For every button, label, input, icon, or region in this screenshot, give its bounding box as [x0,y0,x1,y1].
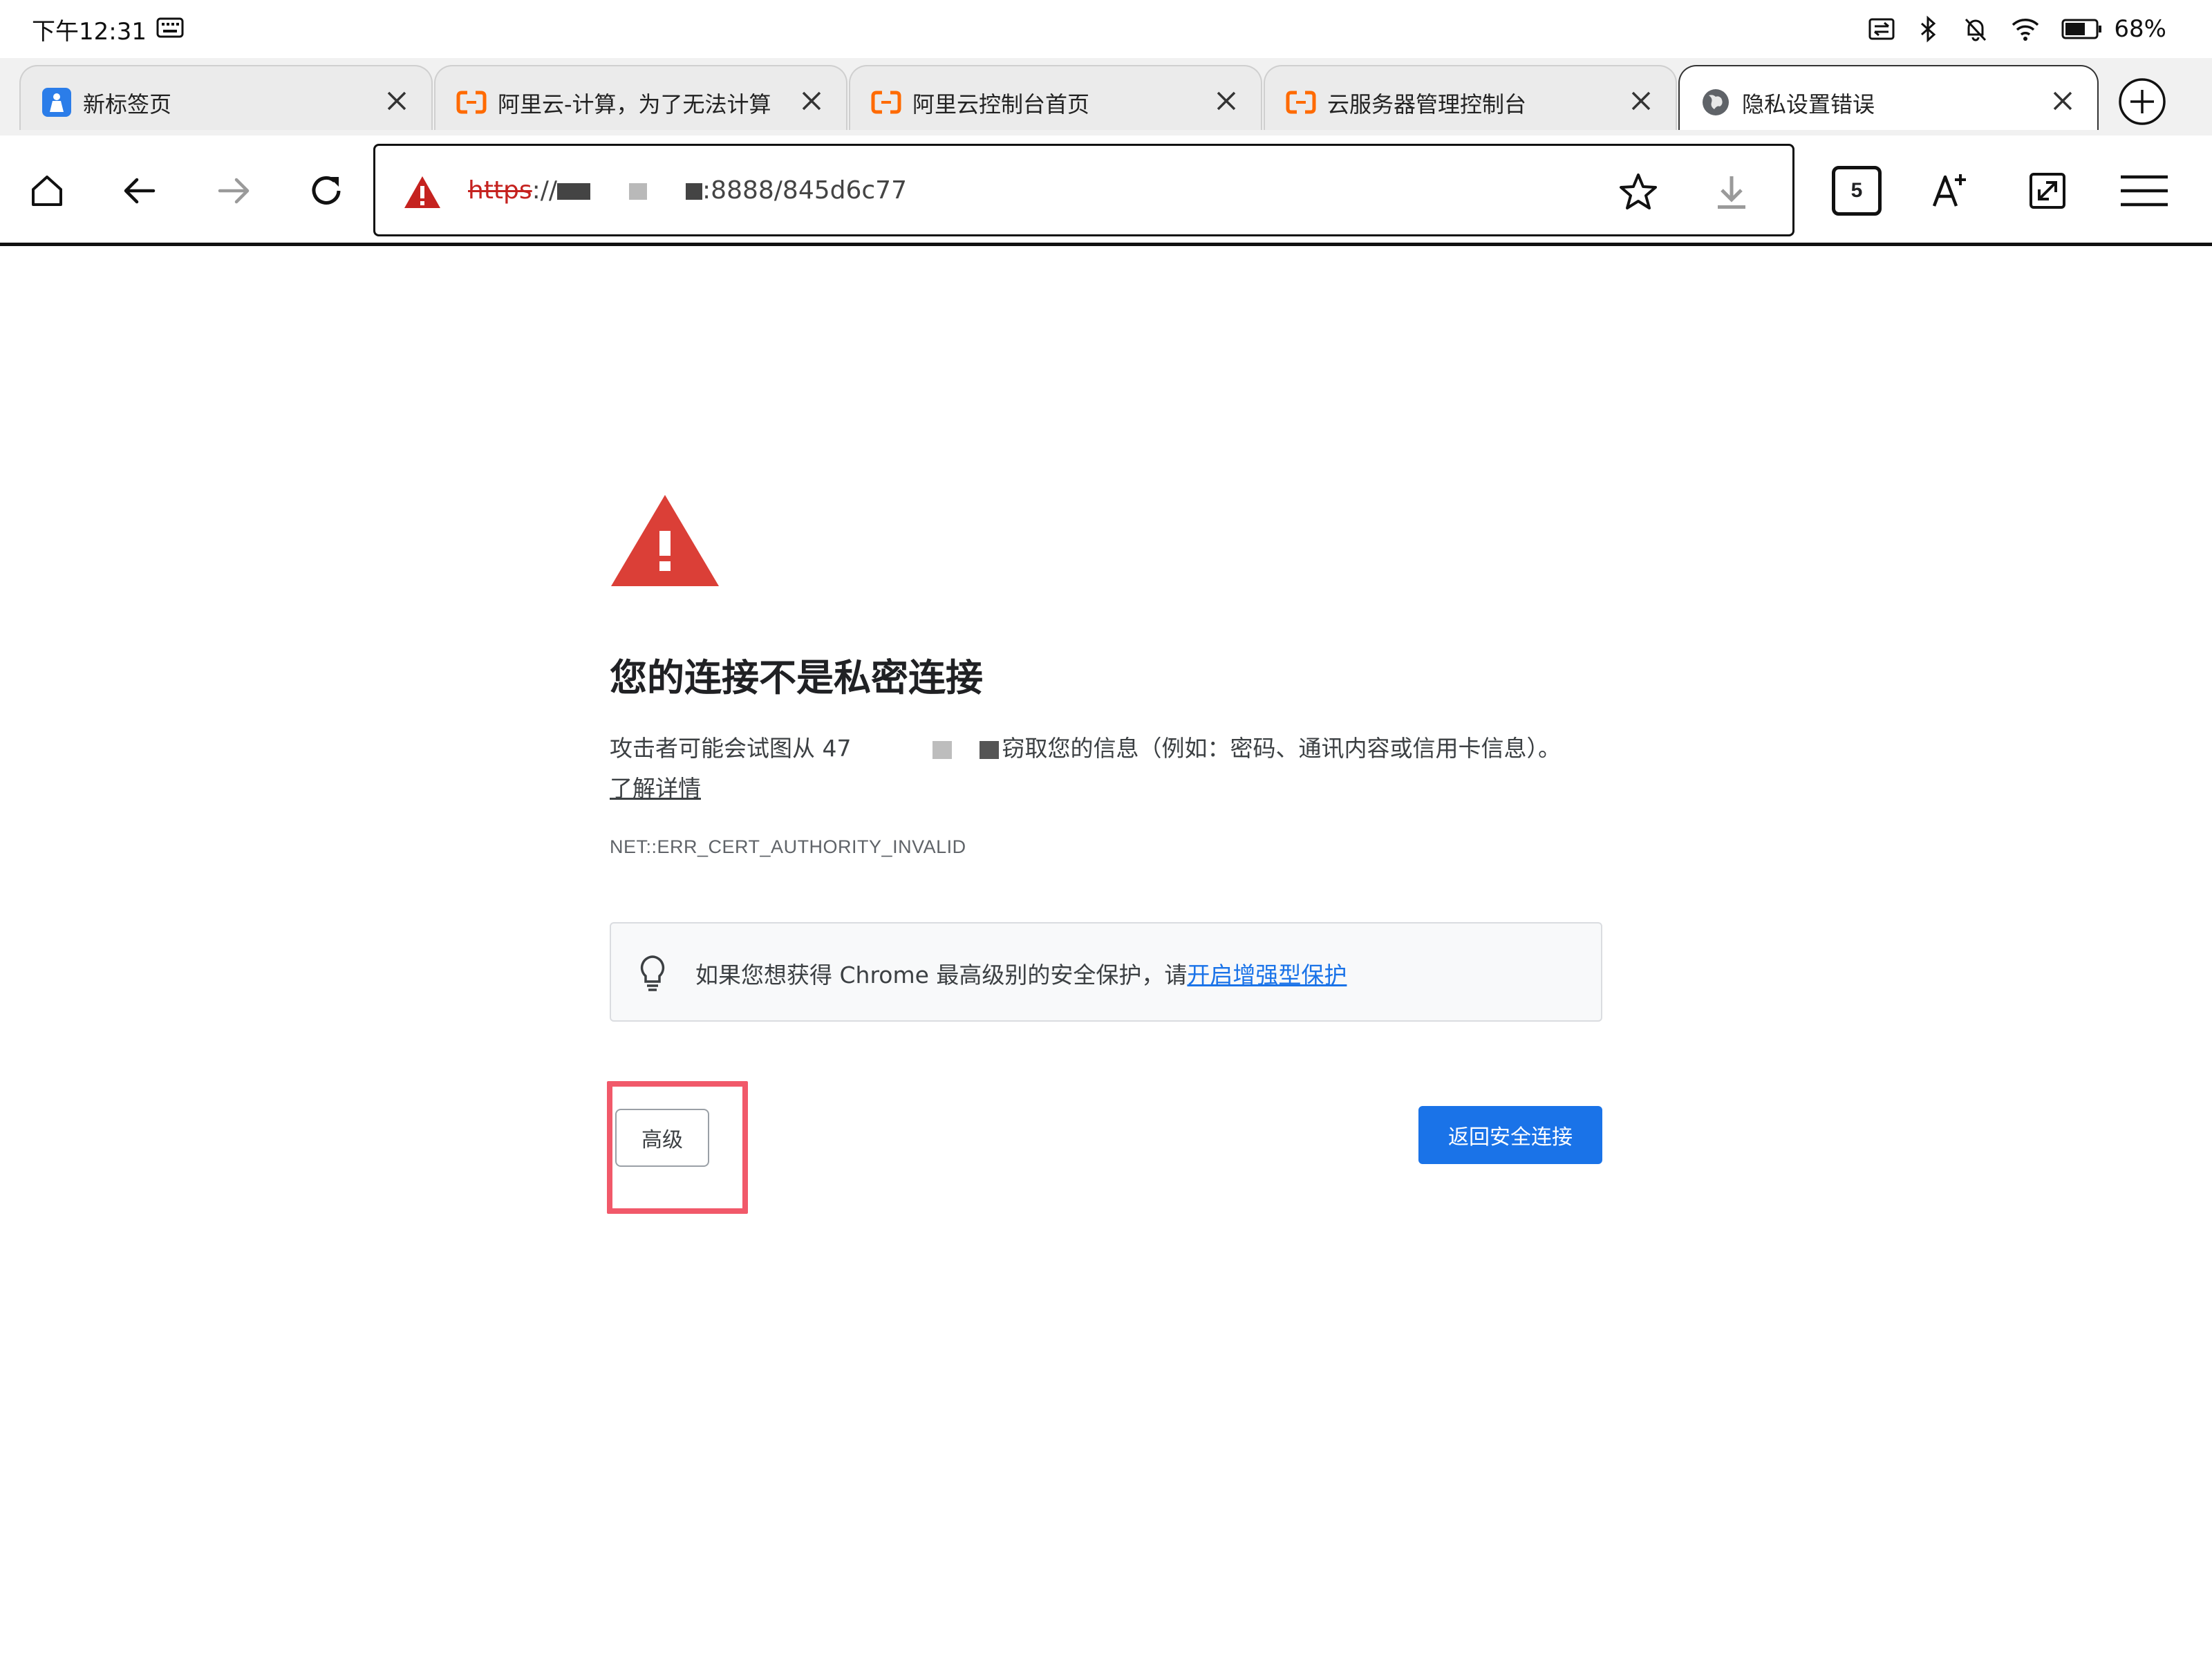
keyboard-icon [156,17,184,38]
redacted-host [980,740,1000,759]
tab-title: 阿里云控制台首页 [912,91,1090,118]
download-icon[interactable] [1712,172,1751,214]
bookmark-star-icon[interactable] [1617,171,1660,214]
close-icon[interactable] [1627,87,1655,115]
url-text[interactable]: https:// :8888/845d6c77 [468,176,907,205]
globe-icon [1703,89,1729,115]
redacted-host [932,740,953,759]
redacted-host [851,740,917,760]
menu-hamburger-icon[interactable] [2118,167,2171,214]
home-icon[interactable] [24,167,71,214]
browser-toolbar: https:// :8888/845d6c77 5 [0,135,2212,246]
close-icon[interactable] [383,87,411,115]
url-redaction [557,183,591,200]
tip-message: 如果您想获得 Chrome 最高级别的安全保护，请 [695,962,1188,988]
new-tab-plus-icon[interactable] [2118,77,2166,126]
back-arrow-icon[interactable] [116,167,163,214]
tab-aliyun-console[interactable]: 阿里云控制台首页 [849,65,1262,130]
new-tab-page-icon [42,88,71,117]
not-secure-warning-icon[interactable] [403,175,442,209]
text-size-icon[interactable] [1926,167,1973,214]
learn-more-link[interactable]: 了解详情 [610,775,701,802]
error-code: NET::ERR_CERT_AUTHORITY_INVALID [610,836,966,857]
enable-enhanced-protection-link[interactable]: 开启增强型保护 [1187,962,1347,988]
reload-icon[interactable] [303,167,350,214]
tab-title: 新标签页 [83,91,172,118]
tab-switcher-button[interactable]: 5 [1832,166,1882,216]
battery-percent: 68% [2114,15,2166,43]
bell-off-icon [1965,18,1987,41]
aliyun-icon [456,91,487,114]
advanced-button[interactable]: 高级 [615,1109,709,1167]
url-redaction [629,183,648,200]
wifi-icon [2012,19,2039,41]
tip-text: 如果您想获得 Chrome 最高级别的安全保护，请开启增强型保护 [695,957,1347,990]
tab-ecs-console[interactable]: 云服务器管理控制台 [1264,65,1677,130]
description-text: 窃取您的信息（例如：密码、通讯内容或信用卡信息）。 [1002,735,1561,762]
aliyun-icon [871,91,901,114]
warning-triangle-icon [611,495,719,586]
bluetooth-icon [1921,15,1936,43]
url-redaction [686,183,703,200]
tab-title: 阿里云-计算，为了无法计算 [498,91,771,118]
back-to-safety-button[interactable]: 返回安全连接 [1418,1106,1602,1164]
tab-new-tab-page[interactable]: 新标签页 [19,65,433,130]
address-bar[interactable]: https:// :8888/845d6c77 [373,144,1794,236]
close-icon[interactable] [798,87,825,115]
cast-icon [1868,18,1895,40]
aliyun-icon [1286,91,1316,114]
url-separator: :// [532,176,558,205]
description-text: 攻击者可能会试图从 47 [610,735,852,762]
close-icon[interactable] [2049,87,2077,115]
tab-privacy-error[interactable]: 隐私设置错误 [1678,65,2099,130]
forward-arrow-icon[interactable] [210,167,257,214]
fullscreen-icon[interactable] [2024,167,2071,214]
tab-title: 云服务器管理控制台 [1327,91,1527,118]
tab-strip: 新标签页 阿里云-计算，为了无法计算 阿里云控制台首页 云服务器管理控制台 隐私… [0,58,2212,135]
url-scheme: https [468,176,532,205]
tab-aliyun-home[interactable]: 阿里云-计算，为了无法计算 [434,65,847,130]
battery-icon [2061,19,2102,39]
status-bar: 下午12:31 68% [0,0,2212,58]
url-port-path: :8888/845d6c77 [702,176,907,205]
lightbulb-icon [640,955,665,991]
error-description: 攻击者可能会试图从 47 窃取您的信息（例如：密码、通讯内容或信用卡信息）。了解详… [610,729,1577,809]
close-icon[interactable] [1212,87,1240,115]
status-time: 下午12:31 [32,18,147,46]
enhanced-protection-tip: 如果您想获得 Chrome 最高级别的安全保护，请开启增强型保护 [610,922,1602,1022]
tab-title: 隐私设置错误 [1742,91,1875,118]
error-heading: 您的连接不是私密连接 [610,656,983,700]
